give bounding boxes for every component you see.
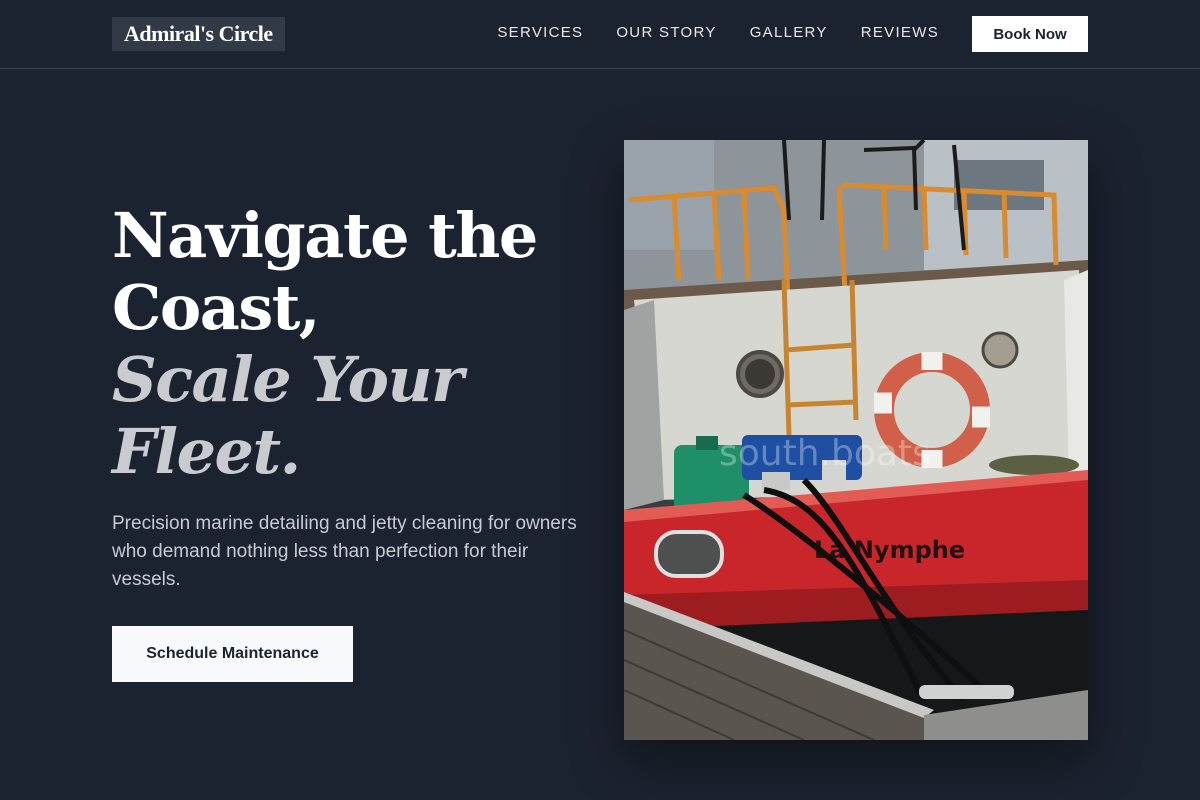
nav-link-reviews[interactable]: REVIEWS bbox=[861, 23, 939, 43]
boat-illustration: La Nymphe south.boats bbox=[624, 140, 1088, 740]
hero-title-line-4: Fleet. bbox=[112, 415, 301, 488]
top-nav: Admiral's Circle SERVICES OUR STORY GALL… bbox=[0, 0, 1200, 69]
hero-boat-photo: La Nymphe south.boats bbox=[624, 140, 1088, 740]
brand-logo[interactable]: Admiral's Circle bbox=[112, 17, 285, 51]
nav-links: SERVICES OUR STORY GALLERY REVIEWS bbox=[497, 23, 939, 43]
hero-title: Navigate the Coast, Scale Your Fleet. bbox=[112, 200, 592, 488]
hero-title-line-3: Scale Your bbox=[112, 343, 464, 416]
hero-title-line-2: Coast, bbox=[112, 271, 321, 344]
schedule-maintenance-button[interactable]: Schedule Maintenance bbox=[112, 626, 353, 682]
nav-link-services[interactable]: SERVICES bbox=[497, 23, 583, 43]
watermark-text: south.boats bbox=[719, 433, 931, 474]
hero-description: Precision marine detailing and jetty cle… bbox=[112, 513, 577, 590]
nav-link-our-story[interactable]: OUR STORY bbox=[616, 23, 716, 43]
nav-link-gallery[interactable]: GALLERY bbox=[750, 23, 828, 43]
book-now-button[interactable]: Book Now bbox=[972, 16, 1088, 52]
hero-title-line-1: Navigate the bbox=[112, 199, 538, 272]
